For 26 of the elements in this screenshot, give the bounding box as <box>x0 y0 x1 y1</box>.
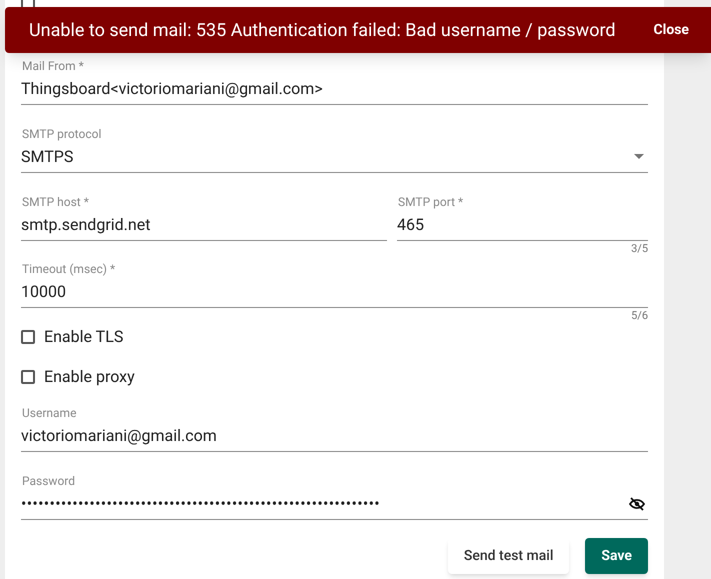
checkbox[interactable] <box>21 330 35 344</box>
field-label: Username <box>22 406 78 420</box>
protocol-select[interactable]: SMTPS <box>21 141 648 173</box>
field-label: Password <box>22 474 76 488</box>
password-field[interactable]: ••••••••••••••••••••••••••••••••••••••••••••••••••••••••••••••• <box>21 488 648 520</box>
character-counter: 3/5 <box>631 241 648 257</box>
checkbox-label: Enable TLS <box>44 326 124 348</box>
send-test-mail-button[interactable]: Send test mail <box>448 538 570 574</box>
input-field[interactable]: 10000 <box>21 276 648 308</box>
input-field[interactable]: smtp.sendgrid.net <box>21 209 387 241</box>
input-field[interactable]: Thingsboard<victoriomariani@gmail.com> <box>21 73 648 105</box>
field-label: Mail From * <box>22 59 85 73</box>
field-label: SMTP host * <box>22 195 90 209</box>
save-button[interactable]: Save <box>585 538 648 574</box>
close-button[interactable]: Close <box>653 20 689 40</box>
input-field[interactable]: victoriomariani@gmail.com <box>21 420 648 452</box>
field-label: SMTP port * <box>398 195 464 209</box>
field-label: SMTP protocol <box>22 127 102 141</box>
checkbox-label: Enable proxy <box>44 366 135 388</box>
character-counter: 5/6 <box>631 308 648 324</box>
field-label: Timeout (msec) * <box>22 262 116 276</box>
input-field[interactable]: 465 <box>397 209 648 241</box>
hide-password-icon[interactable] <box>629 496 645 510</box>
checkbox[interactable] <box>21 370 35 384</box>
snackbar-message: Unable to send mail: 535 Authentication failed: Bad username / password <box>29 18 616 42</box>
dropdown-arrow-icon[interactable] <box>634 154 644 159</box>
